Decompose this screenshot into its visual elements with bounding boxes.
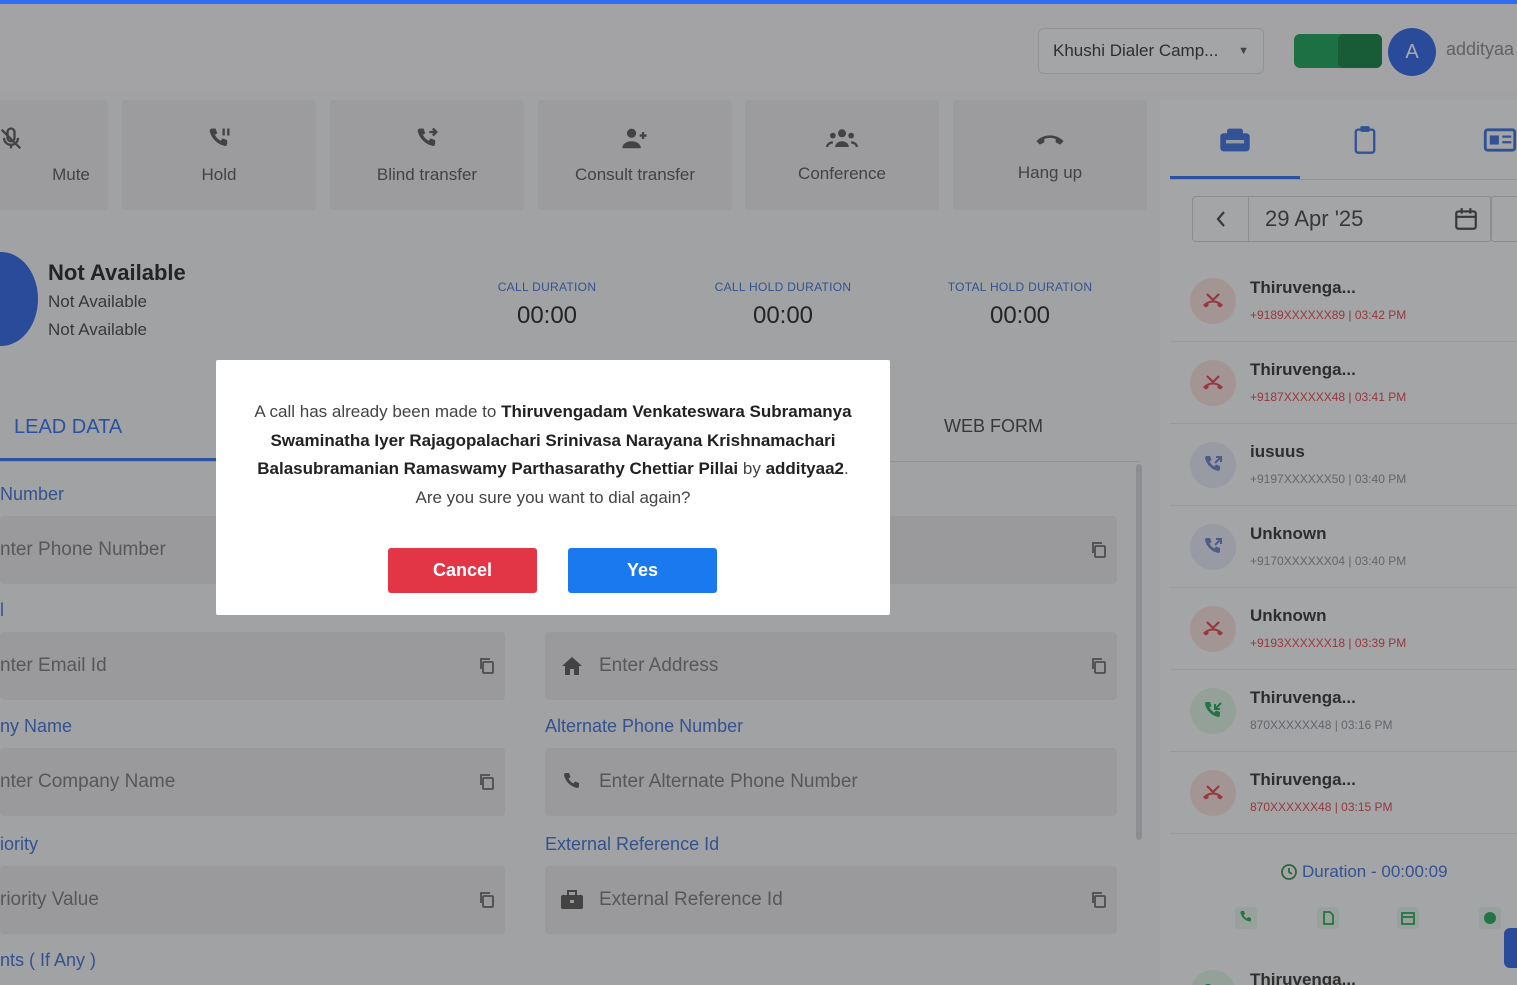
dialog-agent-name: addityaa2	[765, 459, 845, 478]
dialog-message: A call has already been made to Thiruven…	[246, 398, 860, 512]
redial-confirm-dialog: A call has already been made to Thiruven…	[216, 360, 890, 615]
dialog-message-prefix: A call has already been made to	[254, 402, 502, 421]
yes-button[interactable]: Yes	[568, 548, 717, 593]
cancel-button[interactable]: Cancel	[388, 548, 537, 593]
dialog-message-mid: by	[738, 459, 766, 478]
